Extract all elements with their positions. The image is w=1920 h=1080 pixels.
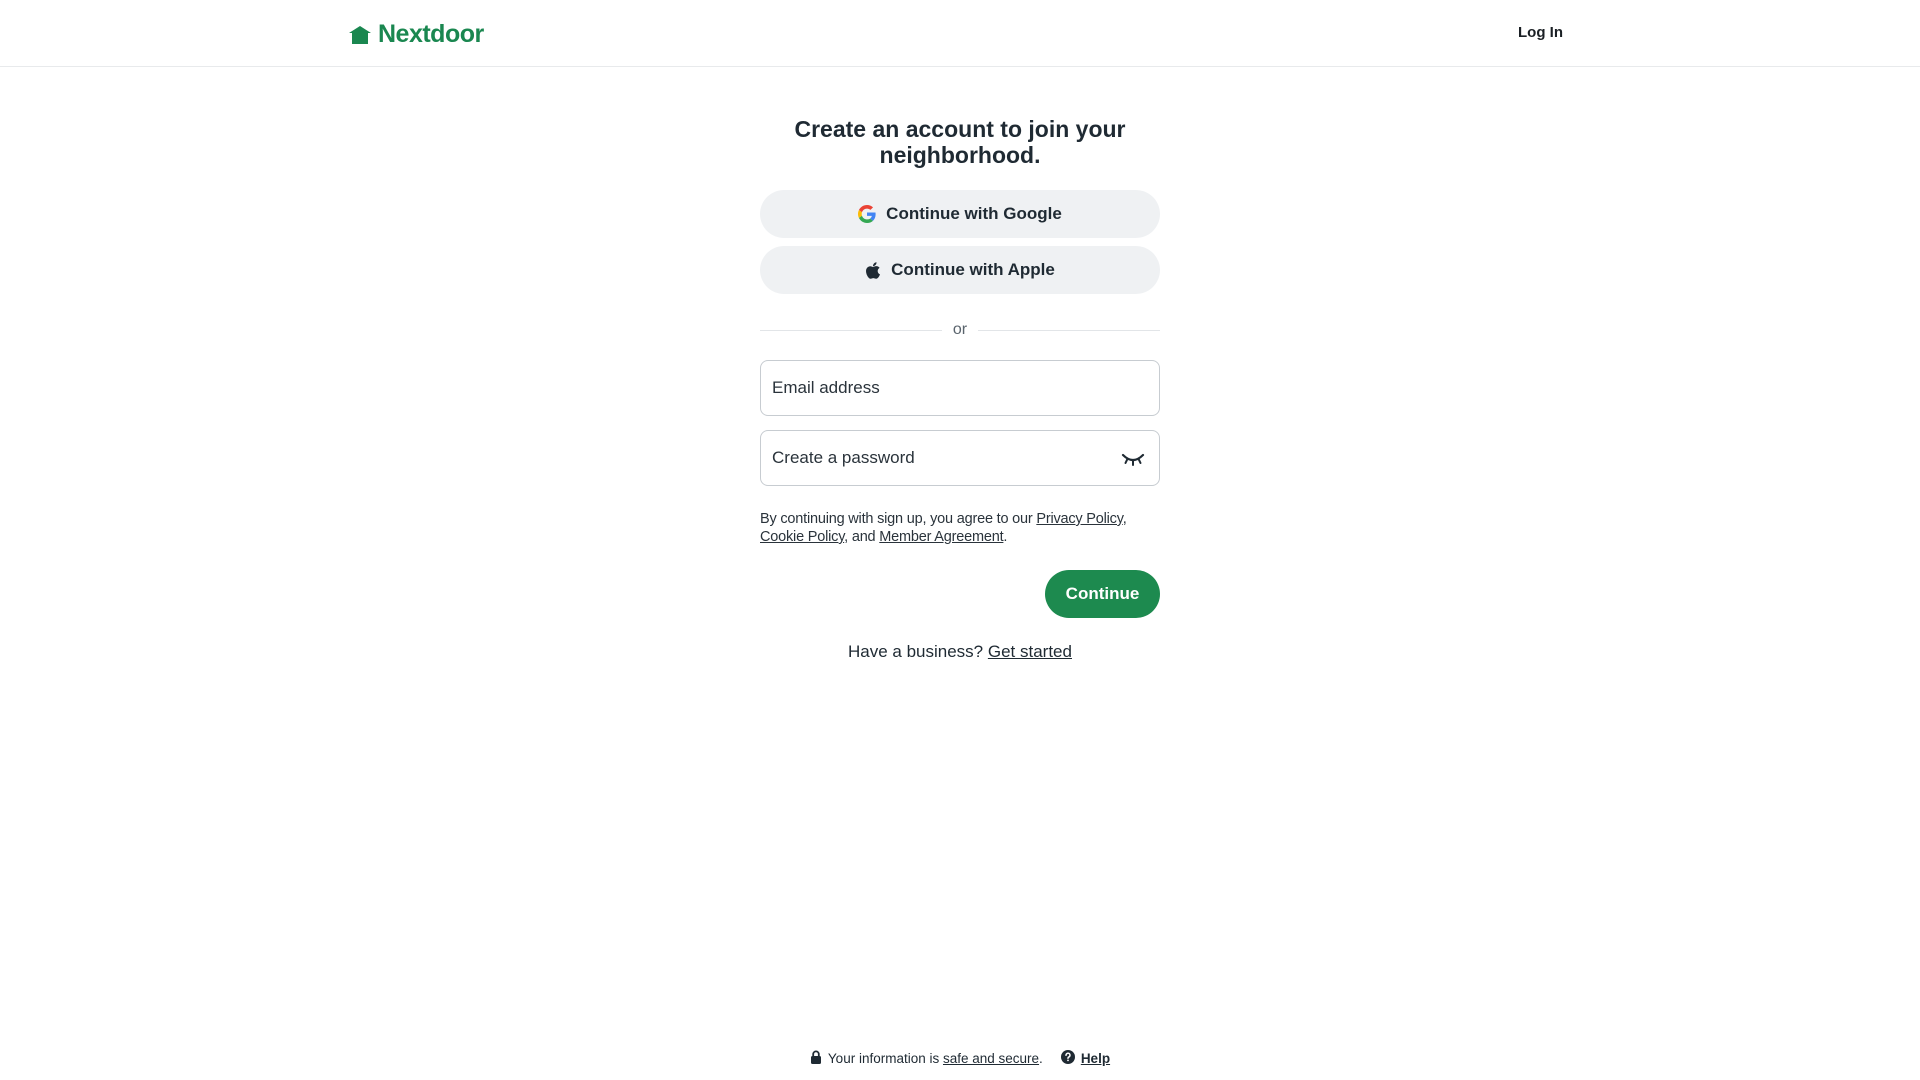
security-suffix: .	[1039, 1051, 1043, 1066]
security-notice: Your information is safe and secure.	[810, 1050, 1043, 1067]
legal-prefix: By continuing with sign up, you agree to…	[760, 511, 1037, 527]
question-circle-icon	[1060, 1050, 1075, 1067]
legal-suffix: .	[1003, 529, 1008, 545]
password-field-container	[760, 430, 1160, 486]
or-divider: or	[760, 320, 1160, 340]
apple-button-label: Continue with Apple	[891, 260, 1055, 279]
privacy-policy-link[interactable]: Privacy Policy	[1036, 511, 1123, 527]
safe-and-secure-link[interactable]: safe and secure	[943, 1051, 1039, 1066]
continue-with-apple-button[interactable]: Continue with Apple	[760, 246, 1160, 294]
member-agreement-link[interactable]: Member Agreement	[879, 529, 1003, 545]
top-header: Nextdoor Log In	[0, 0, 1920, 67]
divider-line-left	[760, 330, 942, 331]
eye-closed-icon[interactable]	[1121, 450, 1145, 473]
house-icon	[348, 25, 372, 45]
continue-with-google-button[interactable]: Continue with Google	[760, 190, 1160, 238]
divider-line-right	[978, 330, 1160, 331]
password-field[interactable]	[761, 431, 1159, 485]
business-prompt: Have a business? Get started	[760, 642, 1160, 662]
page-footer: Your information is safe and secure. Hel…	[0, 1050, 1920, 1067]
credential-fields	[760, 360, 1160, 486]
get-started-link[interactable]: Get started	[988, 642, 1072, 661]
divider-label: or	[944, 321, 976, 339]
continue-row: Continue	[760, 570, 1160, 618]
email-field[interactable]	[761, 361, 1159, 415]
apple-icon	[865, 261, 881, 280]
brand-name: Nextdoor	[378, 20, 484, 48]
security-prefix: Your information is	[827, 1051, 943, 1066]
login-link[interactable]: Log In	[1518, 24, 1563, 41]
legal-text: By continuing with sign up, you agree to…	[760, 510, 1160, 546]
nextdoor-logo[interactable]: Nextdoor	[348, 20, 484, 49]
help-link-container[interactable]: Help	[1060, 1050, 1110, 1067]
signup-form: Create an account to join your neighborh…	[760, 116, 1160, 662]
cookie-policy-link[interactable]: Cookie Policy	[760, 529, 844, 545]
email-field-container	[760, 360, 1160, 416]
continue-button[interactable]: Continue	[1045, 570, 1160, 618]
legal-separator: , and	[844, 529, 880, 545]
lock-icon	[810, 1050, 822, 1067]
business-prompt-text: Have a business?	[848, 642, 988, 661]
help-link[interactable]: Help	[1081, 1051, 1110, 1066]
google-icon	[858, 205, 876, 223]
google-button-label: Continue with Google	[886, 204, 1062, 223]
legal-separator: ,	[1122, 511, 1127, 527]
page-title: Create an account to join your neighborh…	[794, 116, 1126, 168]
